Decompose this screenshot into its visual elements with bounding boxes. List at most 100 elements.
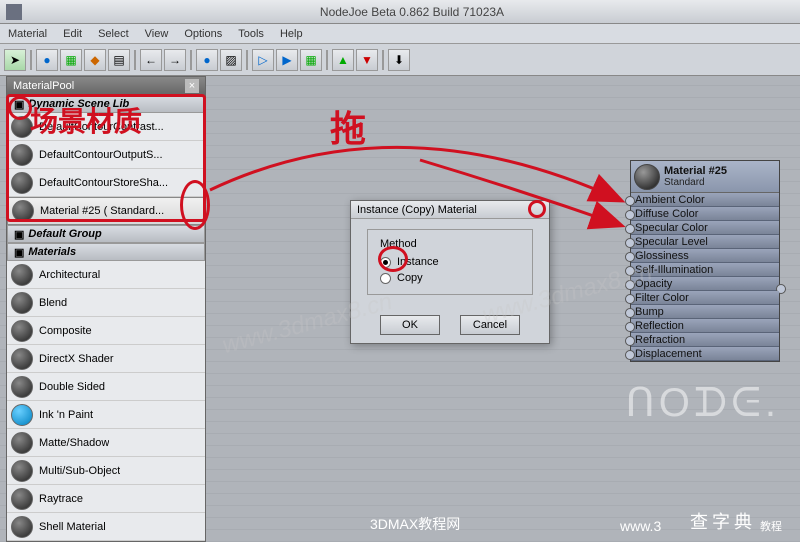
material-pool-panel: MaterialPool × Dynamic Scene Lib Default… [6,76,206,542]
node-slot-label: Specular Level [635,236,708,248]
list-item-label: DefaultContourStoreSha... [39,177,168,189]
back-icon: ← [145,53,157,67]
section-dynamic-scene-lib[interactable]: Dynamic Scene Lib [7,95,205,113]
tool-back[interactable]: ← [140,49,162,71]
node-slot[interactable]: Diffuse Color [631,207,779,221]
tool-arrow[interactable]: ➤ [4,49,26,71]
list-item-label: Matte/Shadow [39,437,109,449]
footer-watermark: 查字典 [690,508,756,534]
list-item[interactable]: Multi/Sub-Object [7,457,205,485]
tool-sphere[interactable]: ● [36,49,58,71]
menu-options[interactable]: Options [184,28,222,40]
list-item-selected[interactable]: Material #25 ( Standard... [7,197,205,225]
material-sphere-icon [11,404,33,426]
tool-group3[interactable]: ▦ [300,49,322,71]
radio-copy-row[interactable]: Copy [380,270,520,286]
radio-copy[interactable] [380,273,391,284]
list-item[interactable]: Ink 'n Paint [7,401,205,429]
dynamic-scene-list: DefaultContourContrast... DefaultContour… [7,113,205,225]
list-item[interactable]: Double Sided [7,373,205,401]
tool-up[interactable]: ▲ [332,49,354,71]
material-sphere-icon [11,516,33,538]
tool-map[interactable]: ▦ [60,49,82,71]
node-slot[interactable]: Displacement [631,347,779,361]
node-slot[interactable]: Specular Color [631,221,779,235]
group3-icon: ▦ [305,53,316,67]
tool-group2[interactable]: ▶ [276,49,298,71]
section-materials[interactable]: Materials [7,243,205,261]
material-node[interactable]: Material #25 Standard Ambient Color Diff… [630,160,780,362]
list-item[interactable]: Raytrace [7,485,205,513]
menu-tools[interactable]: Tools [238,28,264,40]
node-slot[interactable]: Filter Color [631,291,779,305]
material-sphere-icon [11,172,33,194]
panel-close-button[interactable]: × [185,79,199,93]
node-slot-label: Specular Color [635,222,708,234]
list-item[interactable]: Matte/Shadow [7,429,205,457]
up-icon: ▲ [337,53,349,67]
list-item-label: Multi/Sub-Object [39,465,120,477]
menubar: Material Edit Select View Options Tools … [0,24,800,44]
node-slot-label: Refraction [635,334,685,346]
dialog-titlebar[interactable]: Instance (Copy) Material [351,201,549,219]
node-slot[interactable]: Specular Level [631,235,779,249]
tool-group1[interactable]: ▷ [252,49,274,71]
node-slot[interactable]: Glossiness [631,249,779,263]
arrow-icon: ➤ [10,53,20,67]
menu-material[interactable]: Material [8,28,47,40]
node-slot[interactable]: Ambient Color [631,193,779,207]
list-item[interactable]: DefaultContourContrast... [7,113,205,141]
list-item[interactable]: Architectural [7,261,205,289]
tool-ball[interactable]: ● [196,49,218,71]
method-label: Method [380,238,520,250]
ok-button[interactable]: OK [380,315,440,335]
section-default-group[interactable]: Default Group [7,225,205,243]
misc-icon: ▤ [113,53,124,67]
checker-icon: ▨ [225,53,236,67]
tool-assign[interactable]: ⬇ [388,49,410,71]
menu-select[interactable]: Select [98,28,129,40]
tool-fwd[interactable]: → [164,49,186,71]
tool-down[interactable]: ▼ [356,49,378,71]
radio-instance[interactable] [380,257,391,268]
material-sphere-icon [11,488,33,510]
list-item-label: Composite [39,325,92,337]
ball-icon: ● [203,53,210,67]
menu-help[interactable]: Help [280,28,303,40]
list-item[interactable]: DirectX Shader [7,345,205,373]
menu-view[interactable]: View [145,28,169,40]
menu-edit[interactable]: Edit [63,28,82,40]
list-item[interactable]: DefaultContourStoreSha... [7,169,205,197]
radio-instance-label: Instance [397,256,439,268]
footer-watermark: 教程 [760,518,782,534]
list-item[interactable]: Blend [7,289,205,317]
footer-watermark: 3DMAX教程网 [370,514,460,534]
node-slot[interactable]: Bump [631,305,779,319]
list-item-label: DefaultContourOutputS... [39,149,163,161]
cancel-button[interactable]: Cancel [460,315,520,335]
panel-titlebar[interactable]: MaterialPool × [7,77,205,95]
tool-controller[interactable]: ◆ [84,49,106,71]
titlebar: NodeJoe Beta 0.862 Build 71023A [0,0,800,24]
list-item[interactable]: DefaultContourOutputS... [7,141,205,169]
node-slot[interactable]: Opacity [631,277,779,291]
node-header[interactable]: Material #25 Standard [631,161,779,193]
instance-copy-dialog: Instance (Copy) Material Method Instance… [350,200,550,344]
window-title: NodeJoe Beta 0.862 Build 71023A [30,5,794,19]
list-item[interactable]: Composite [7,317,205,345]
tool-checker[interactable]: ▨ [220,49,242,71]
node-slot[interactable]: Refraction [631,333,779,347]
node-slot[interactable]: Self-Illumination [631,263,779,277]
list-item-label: Architectural [39,269,100,281]
material-sphere-icon [11,292,33,314]
node-slot-label: Diffuse Color [635,208,698,220]
material-sphere-icon [11,320,33,342]
list-item[interactable]: Shell Material [7,513,205,541]
node-subtitle: Standard [664,177,727,188]
tool-misc1[interactable]: ▤ [108,49,130,71]
map-icon: ▦ [65,53,76,67]
node-slot[interactable]: Reflection [631,319,779,333]
group1-icon: ▷ [258,53,267,67]
radio-instance-row[interactable]: Instance [380,254,520,270]
list-item-label: Blend [39,297,67,309]
